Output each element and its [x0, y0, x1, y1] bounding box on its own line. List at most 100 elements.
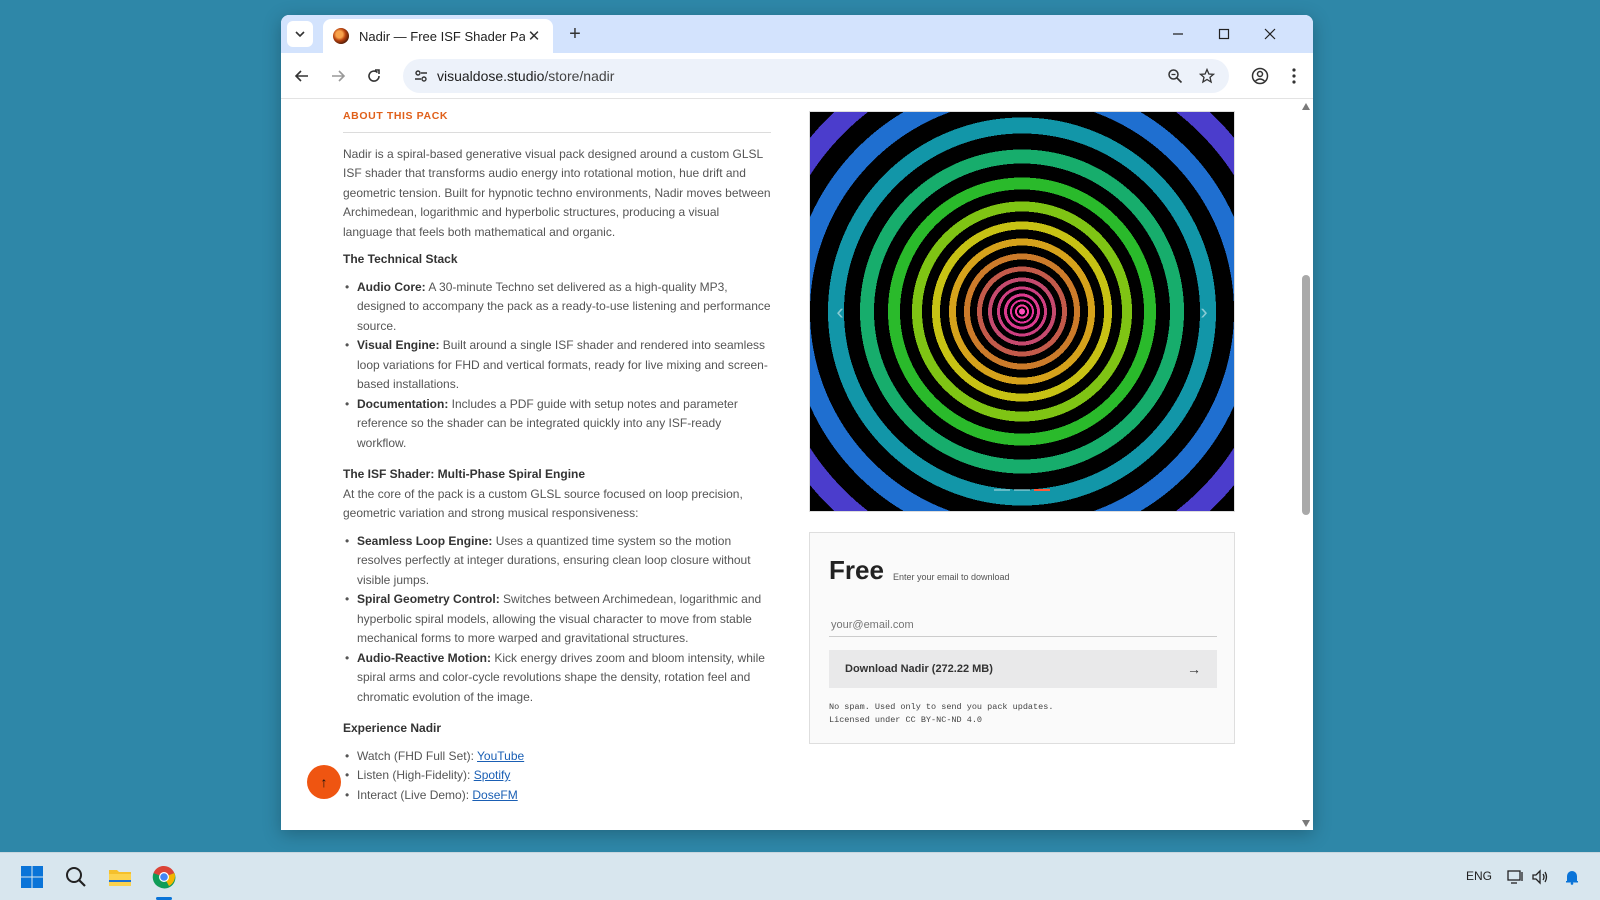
- carousel-dot-2[interactable]: [1014, 489, 1030, 491]
- fine-print-license: Licensed under CC BY-NC-ND 4.0: [829, 715, 983, 725]
- reload-button[interactable]: [361, 63, 387, 89]
- stack-list: Audio Core: A 30-minute Techno set deliv…: [343, 278, 771, 454]
- list-item-label: Spiral Geometry Control:: [357, 592, 500, 606]
- carousel-indicators: [994, 489, 1050, 491]
- tab-title: Nadir — Free ISF Shader Pack |: [359, 28, 526, 44]
- spiral-preview-image: [810, 112, 1234, 511]
- close-tab-icon[interactable]: ✕: [525, 27, 543, 45]
- new-tab-button[interactable]: +: [563, 23, 587, 47]
- scroll-down-icon[interactable]: [1302, 820, 1310, 827]
- carousel-prev-button[interactable]: ‹: [830, 300, 850, 324]
- start-button[interactable]: [16, 861, 48, 893]
- url-path: /store/nadir: [544, 68, 615, 84]
- chrome-icon: [152, 865, 176, 889]
- close-window-button[interactable]: [1253, 21, 1287, 47]
- download-button[interactable]: Download Nadir (272.22 MB) →: [829, 650, 1217, 688]
- carousel-dot-3[interactable]: [1034, 489, 1050, 491]
- address-bar[interactable]: visualdose.studio/store/nadir: [403, 59, 1229, 93]
- fine-print: No spam. Used only to send you pack upda…: [829, 701, 1053, 727]
- intro-paragraph: Nadir is a spiral-based generative visua…: [343, 146, 771, 239]
- profile-icon: [1251, 67, 1269, 85]
- list-item-label: Audio-Reactive Motion:: [357, 650, 491, 665]
- shader-heading: The ISF Shader: Multi-Phase Spiral Engin…: [343, 467, 586, 481]
- browser-window: Nadir — Free ISF Shader Pack | ✕ + visua…: [281, 15, 1313, 830]
- chevron-down-icon: [295, 31, 305, 38]
- language-indicator[interactable]: ENG: [1466, 869, 1492, 883]
- experience-heading: Experience Nadir: [343, 721, 442, 735]
- taskbar: ENG: [0, 852, 1600, 900]
- arrow-left-icon: [294, 70, 308, 82]
- pack-description: ABOUT THIS PACK Nadir is a spiral-based …: [343, 100, 771, 805]
- list-item-label: Audio Core:: [357, 279, 426, 294]
- list-item: Listen (High-Fidelity): Spotify: [345, 766, 771, 786]
- list-item-label: Seamless Loop Engine:: [357, 533, 493, 548]
- browser-toolbar: visualdose.studio/store/nadir: [281, 53, 1313, 99]
- search-button[interactable]: [60, 861, 92, 893]
- list-item: Documentation: Includes a PDF guide with…: [345, 395, 771, 454]
- list-item: Audio Core: A 30-minute Techno set deliv…: [345, 278, 771, 337]
- folder-icon: [109, 870, 131, 886]
- minimize-icon: [1173, 33, 1183, 35]
- search-icon: [66, 867, 86, 887]
- forward-button[interactable]: [325, 63, 351, 89]
- arrow-up-icon: ↑: [320, 774, 328, 790]
- experience-list: Watch (FHD Full Set): YouTube Listen (Hi…: [343, 747, 771, 806]
- list-item: Watch (FHD Full Set): YouTube: [345, 747, 771, 767]
- browser-menu-button[interactable]: [1281, 63, 1307, 89]
- reload-icon: [368, 69, 380, 82]
- fine-print-spam: No spam. Used only to send you pack upda…: [829, 702, 1054, 712]
- site-favicon-icon: [333, 28, 349, 44]
- shader-list: Seamless Loop Engine: Uses a quantized t…: [343, 532, 771, 708]
- list-item-label: Interact (Live Demo):: [357, 787, 473, 802]
- kebab-menu-icon: [1292, 68, 1296, 84]
- zoom-icon[interactable]: [1165, 66, 1185, 86]
- page-scrollbar[interactable]: [1299, 100, 1313, 830]
- tab-strip: Nadir — Free ISF Shader Pack | ✕ +: [281, 15, 1313, 53]
- carousel-next-button[interactable]: ›: [1194, 300, 1214, 324]
- notification-bell-icon[interactable]: [1556, 861, 1588, 893]
- email-field[interactable]: [829, 613, 1217, 637]
- chrome-taskbar-button[interactable]: [148, 861, 180, 893]
- close-icon: [1264, 28, 1276, 40]
- youtube-link[interactable]: YouTube: [477, 749, 524, 763]
- tab-search-button[interactable]: [287, 21, 313, 47]
- site-info-icon[interactable]: [411, 66, 431, 86]
- scroll-up-icon[interactable]: [1302, 103, 1310, 110]
- price-label: Free: [829, 555, 884, 585]
- scrollbar-thumb[interactable]: [1302, 275, 1310, 515]
- bookmark-star-icon[interactable]: [1197, 66, 1217, 86]
- dosefm-link[interactable]: DoseFM: [472, 788, 517, 802]
- minimize-button[interactable]: [1161, 21, 1195, 47]
- maximize-icon: [1218, 28, 1230, 40]
- preview-carousel[interactable]: ‹ ›: [809, 111, 1235, 512]
- page-viewport: ABOUT THIS PACK Nadir is a spiral-based …: [281, 100, 1313, 830]
- url-domain: visualdose.studio: [437, 68, 545, 84]
- download-card: Free Enter your email to download Downlo…: [809, 532, 1235, 744]
- list-item: Spiral Geometry Control: Switches betwee…: [345, 590, 771, 649]
- list-item-label: Listen (High-Fidelity):: [357, 768, 474, 782]
- back-button[interactable]: [289, 63, 315, 89]
- stack-heading: The Technical Stack: [343, 252, 458, 266]
- list-item: Seamless Loop Engine: Uses a quantized t…: [345, 532, 771, 591]
- windows-logo-icon: [21, 866, 43, 888]
- list-item-label: Watch (FHD Full Set):: [357, 748, 478, 763]
- profile-button[interactable]: [1247, 63, 1273, 89]
- active-tab[interactable]: Nadir — Free ISF Shader Pack | ✕: [323, 19, 553, 53]
- arrow-right-icon: [332, 70, 346, 82]
- list-item-label: Visual Engine:: [357, 338, 440, 352]
- spotify-link[interactable]: Spotify: [474, 768, 511, 782]
- file-explorer-button[interactable]: [104, 861, 136, 893]
- list-item-label: Documentation:: [357, 396, 449, 411]
- download-button-label: Download Nadir (272.22 MB): [845, 663, 993, 675]
- scroll-to-top-button[interactable]: ↑: [307, 765, 341, 799]
- list-item: Interact (Live Demo): DoseFM: [345, 786, 771, 806]
- maximize-button[interactable]: [1207, 21, 1241, 47]
- price-note: Enter your email to download: [893, 572, 1010, 582]
- url-text[interactable]: visualdose.studio/store/nadir: [437, 68, 614, 84]
- list-item: Audio-Reactive Motion: Kick energy drive…: [345, 649, 771, 708]
- arrow-right-icon: →: [1187, 661, 1201, 677]
- carousel-dot-1[interactable]: [994, 489, 1010, 491]
- shader-intro: At the core of the pack is a custom GLSL…: [343, 486, 743, 521]
- list-item: Visual Engine: Built around a single ISF…: [345, 336, 771, 395]
- volume-icon[interactable]: [1524, 861, 1556, 893]
